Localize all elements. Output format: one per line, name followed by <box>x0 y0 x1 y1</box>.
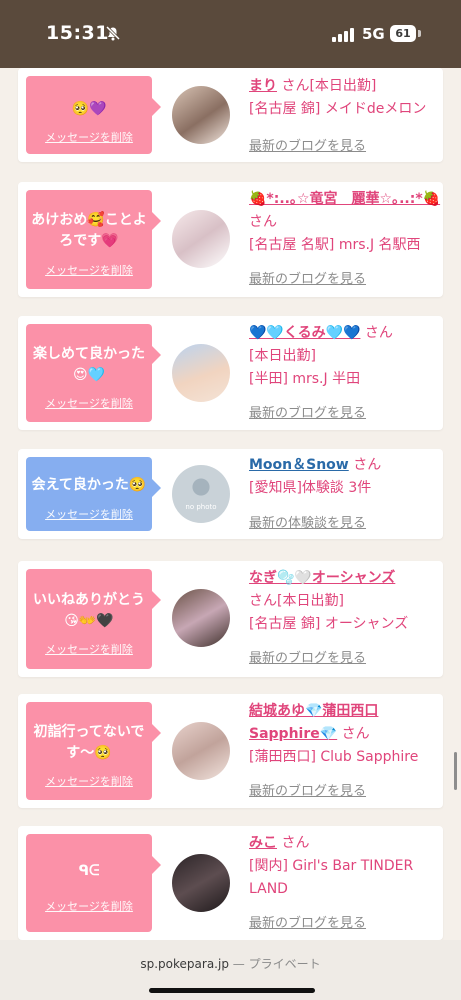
battery-level: 61 <box>390 25 416 42</box>
message-text: いいねありがとう😘👐🖤 <box>33 592 145 629</box>
avatar[interactable] <box>172 210 230 268</box>
avatar[interactable] <box>172 722 230 780</box>
delete-message-link[interactable]: メッセージを削除 <box>26 898 152 914</box>
domain-text: sp.pokepara.jp <box>140 957 229 971</box>
message-bubble: ᑫᕮ メッセージを削除 <box>26 834 161 932</box>
latest-blog-link[interactable]: 最新のブログを見る <box>249 780 366 799</box>
delete-message-link[interactable]: メッセージを削除 <box>26 641 152 657</box>
message-card: あけおめ🥰ことよろです💗 メッセージを削除 🍓*:..｡☆竜宮 麗華☆｡..:*… <box>18 182 443 297</box>
shop-info: [蒲田西口] Club Sapphire <box>249 749 419 765</box>
message-card: 楽しめて良かった😍🩵 メッセージを削除 💙🩵くるみ🩵💙 さん [本日出勤] [半… <box>18 316 443 430</box>
message-bubble: あけおめ🥰ことよろです💗 メッセージを削除 <box>26 190 161 289</box>
name-suffix: さん <box>364 325 393 341</box>
message-text: ᑫᕮ <box>78 863 100 879</box>
battery-icon: 61 <box>390 25 422 42</box>
message-card: 🥺💜 メッセージを削除 まり さん[本日出勤] [名古屋 錦] メイドdeメロン… <box>18 68 443 162</box>
name-suffix: さん[本日出勤] <box>281 78 377 94</box>
user-name-link[interactable]: Moon＆Snow <box>249 457 349 473</box>
message-bubble: 会えて良かった🥺 メッセージを削除 <box>26 457 161 531</box>
cast-name-link[interactable]: 💙🩵くるみ🩵💙 <box>249 325 360 341</box>
shop-info: [名古屋 錦] メイドdeメロン <box>249 101 427 117</box>
message-bubble: 🥺💜 メッセージを削除 <box>26 76 161 154</box>
delete-message-link[interactable]: メッセージを削除 <box>26 506 152 522</box>
scrollbar[interactable] <box>454 752 457 790</box>
latest-blog-link[interactable]: 最新のブログを見る <box>249 647 366 666</box>
review-info: [愛知県]体験談 3件 <box>249 480 372 496</box>
cast-name-link[interactable]: みこ <box>249 835 277 851</box>
url-label[interactable]: sp.pokepara.jp — プライベート <box>0 955 461 972</box>
message-card: 会えて良かった🥺 メッセージを削除 no photo Moon＆Snow さん … <box>18 449 443 539</box>
name-suffix: さん <box>249 214 277 230</box>
avatar[interactable] <box>172 589 230 647</box>
message-card: ᑫᕮ メッセージを削除 みこ さん [関内] Girl's Bar TINDER… <box>18 826 443 940</box>
status-bar: 15:31 5G 61 <box>0 0 461 68</box>
avatar[interactable] <box>172 854 230 912</box>
latest-blog-link[interactable]: 最新のブログを見る <box>249 402 366 421</box>
home-indicator[interactable] <box>149 988 315 993</box>
delete-message-link[interactable]: メッセージを削除 <box>26 395 152 411</box>
name-suffix: さん <box>341 726 370 742</box>
message-text: 🥺💜 <box>71 101 107 117</box>
bell-slash-icon <box>105 25 121 41</box>
latest-blog-link[interactable]: 最新のブログを見る <box>249 268 366 287</box>
avatar[interactable] <box>172 86 230 144</box>
latest-blog-link[interactable]: 最新のブログを見る <box>249 135 366 154</box>
message-bubble: 初詣行ってないです〜🥺 メッセージを削除 <box>26 702 161 800</box>
shop-info: [半田] mrs.J 半田 <box>249 371 361 387</box>
delete-message-link[interactable]: メッセージを削除 <box>26 129 152 145</box>
avatar-placeholder[interactable]: no photo <box>172 465 230 523</box>
message-text: あけおめ🥰ことよろです💗 <box>31 212 147 249</box>
no-photo-label: no photo <box>185 503 217 511</box>
private-mode-text: — プライベート <box>232 957 321 971</box>
work-status: [本日出勤] <box>249 348 316 364</box>
cast-name-link[interactable]: 🍓*:..｡☆竜宮 麗華☆｡..:*🍓 <box>249 191 440 207</box>
shop-info: [名古屋 名駅] mrs.J 名駅西 <box>249 237 421 253</box>
status-time: 15:31 <box>46 22 109 44</box>
name-suffix: さん <box>353 457 382 473</box>
delete-message-link[interactable]: メッセージを削除 <box>26 773 152 789</box>
message-text: 楽しめて良かった😍🩵 <box>33 346 145 383</box>
avatar[interactable] <box>172 344 230 402</box>
message-list[interactable]: 🥺💜 メッセージを削除 まり さん[本日出勤] [名古屋 錦] メイドdeメロン… <box>0 68 461 940</box>
shop-info: [関内] Girl's Bar TINDER LAND <box>249 858 414 897</box>
message-text: 会えて良かった🥺 <box>31 477 147 493</box>
message-bubble: 楽しめて良かった😍🩵 メッセージを削除 <box>26 324 161 422</box>
message-bubble: いいねありがとう😘👐🖤 メッセージを削除 <box>26 569 161 669</box>
cast-name-link[interactable]: なぎ🫧🤍オーシャンズ <box>249 570 395 586</box>
message-card: 初詣行ってないです〜🥺 メッセージを削除 結城あゆ💎蒲田西口Sapphire💎 … <box>18 694 443 808</box>
message-card: いいねありがとう😘👐🖤 メッセージを削除 なぎ🫧🤍オーシャンズ さん[本日出勤]… <box>18 561 443 677</box>
browser-address-bar[interactable]: sp.pokepara.jp — プライベート <box>0 940 461 1000</box>
cast-name-link[interactable]: まり <box>249 78 277 94</box>
name-suffix: さん[本日出勤] <box>249 593 344 609</box>
latest-blog-link[interactable]: 最新のブログを見る <box>249 912 366 931</box>
signal-icon <box>332 28 354 42</box>
shop-info: [名古屋 錦] オーシャンズ <box>249 616 409 632</box>
message-text: 初詣行ってないです〜🥺 <box>33 724 145 761</box>
latest-review-link[interactable]: 最新の体験談を見る <box>249 512 366 531</box>
network-type: 5G <box>362 25 385 43</box>
name-suffix: さん <box>281 835 310 851</box>
delete-message-link[interactable]: メッセージを削除 <box>26 262 152 278</box>
